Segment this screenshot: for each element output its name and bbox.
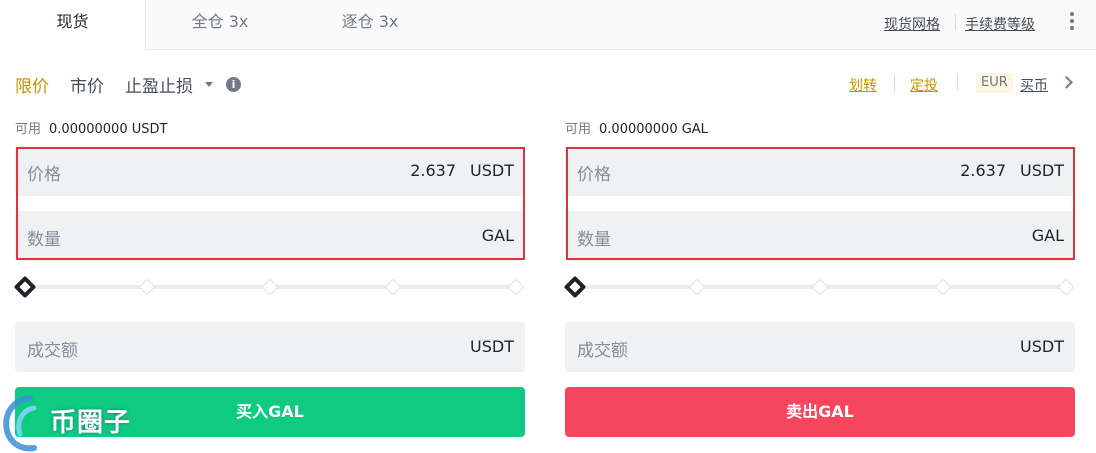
available-label: 可用 bbox=[15, 122, 42, 137]
available-value: 0.00000000 GAL bbox=[599, 122, 708, 137]
total-input[interactable]: 成交额 USDT bbox=[565, 322, 1075, 372]
amount-slider[interactable] bbox=[563, 275, 1075, 299]
total-unit: USDT bbox=[470, 337, 514, 356]
amount-input[interactable]: 数量 GAL bbox=[565, 211, 1075, 261]
amount-unit: GAL bbox=[481, 226, 514, 245]
available-label: 可用 bbox=[565, 122, 592, 137]
total-label: 成交额 bbox=[27, 341, 78, 361]
slider-tick[interactable] bbox=[384, 278, 402, 296]
price-label: 价格 bbox=[577, 165, 611, 185]
slider-tick[interactable] bbox=[507, 278, 525, 296]
total-input[interactable]: 成交额 USDT bbox=[15, 322, 525, 372]
slider-handle[interactable] bbox=[563, 275, 587, 299]
available-balance: 可用 0.00000000 GAL bbox=[565, 118, 708, 137]
slider-tick[interactable] bbox=[934, 278, 952, 296]
slider-tick[interactable] bbox=[811, 278, 829, 296]
price-value[interactable]: 2.637 bbox=[960, 161, 1006, 180]
amount-label: 数量 bbox=[577, 230, 611, 250]
slider-tick[interactable] bbox=[261, 278, 279, 296]
total-label: 成交额 bbox=[577, 341, 628, 361]
available-balance: 可用 0.00000000 USDT bbox=[15, 118, 167, 137]
sell-button[interactable]: 卖出GAL bbox=[565, 387, 1075, 437]
available-value: 0.00000000 USDT bbox=[49, 122, 168, 137]
slider-handle[interactable] bbox=[13, 275, 37, 299]
amount-label: 数量 bbox=[27, 230, 61, 250]
slider-tick[interactable] bbox=[688, 278, 706, 296]
amount-unit: GAL bbox=[1031, 226, 1064, 245]
price-input[interactable]: 价格 2.637 USDT bbox=[565, 146, 1075, 196]
total-unit: USDT bbox=[1020, 337, 1064, 356]
amount-input[interactable]: 数量 GAL bbox=[15, 211, 525, 261]
price-label: 价格 bbox=[27, 165, 61, 185]
amount-slider[interactable] bbox=[13, 275, 525, 299]
sell-panel: 可用 0.00000000 GAL 价格 2.637 USDT 数量 GAL 成交… bbox=[563, 0, 1075, 453]
price-unit: USDT bbox=[1020, 161, 1064, 180]
price-input[interactable]: 价格 2.637 USDT bbox=[15, 146, 525, 196]
price-unit: USDT bbox=[470, 161, 514, 180]
slider-tick[interactable] bbox=[1057, 278, 1075, 296]
buy-button[interactable]: 买入GAL bbox=[15, 387, 525, 437]
price-value[interactable]: 2.637 bbox=[410, 161, 456, 180]
slider-tick[interactable] bbox=[138, 278, 156, 296]
buy-panel: 可用 0.00000000 USDT 价格 2.637 USDT 数量 GAL 成… bbox=[13, 0, 525, 453]
